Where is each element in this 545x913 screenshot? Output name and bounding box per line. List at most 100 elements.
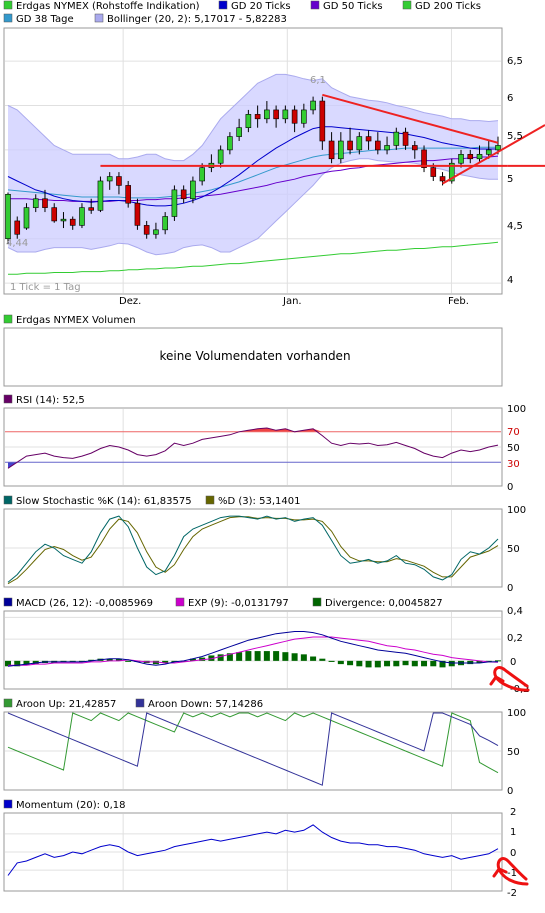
candle-up	[162, 216, 168, 231]
legend-swatch-stoch-d	[205, 495, 215, 505]
momentum-y-tick: -2	[507, 888, 517, 899]
candle-up	[236, 127, 242, 137]
stoch-y-tick: 50	[507, 544, 520, 555]
macd-y-tick: 0,2	[507, 633, 523, 644]
candle-up	[199, 167, 205, 182]
candle-down	[319, 100, 326, 142]
candle-up	[106, 176, 113, 182]
candle-up	[338, 140, 344, 160]
candle-up	[393, 131, 400, 146]
legend-label-aroon-down: Aroon Down: 57,14286	[148, 699, 263, 710]
legend-label-exp: EXP (9): -0,0131797	[188, 598, 289, 609]
chart-canvas: Erdgas NYMEX (Rohstoffe Indikation) GD 2…	[3, 0, 545, 899]
momentum-y-axis: 2 1 0 -1 -2	[507, 807, 517, 899]
price-x-axis: Dez. Jan. Feb.	[119, 296, 469, 307]
legend-label-macd: MACD (26, 12): -0,0085969	[16, 598, 153, 609]
legend-swatch-aroon-up	[3, 698, 13, 708]
legend-swatch-stoch-k	[3, 495, 13, 505]
divergence-bar	[273, 651, 280, 661]
candle-up	[495, 145, 501, 151]
candle-up	[153, 229, 159, 235]
price-y-tick: 6,5	[507, 56, 523, 67]
legend-swatch-exp	[175, 597, 185, 607]
divergence-bar	[236, 652, 243, 661]
momentum-y-tick: 2	[510, 807, 516, 818]
divergence-bar	[254, 651, 261, 661]
candle-down	[439, 176, 446, 182]
divergence-bar	[300, 654, 307, 661]
stoch-y-tick: 100	[507, 505, 526, 516]
macd-panel-frame	[3, 610, 503, 690]
price-y-tick: 4,5	[507, 221, 523, 232]
macd-y-axis: 0,4 0,2 0 -0,2	[507, 606, 530, 695]
legend-swatch-gd38	[3, 13, 13, 23]
x-tick-label: Dez.	[119, 296, 141, 307]
legend-label-stoch-d: %D (3): 53,1401	[218, 496, 300, 507]
candle-up	[264, 109, 270, 120]
aroon-y-tick: 100	[507, 708, 526, 719]
divergence-bar	[291, 653, 298, 661]
rsi-y-axis: 100 70 50 30 0	[507, 404, 526, 493]
candle-down	[328, 140, 335, 160]
divergence-bar	[337, 660, 344, 665]
divergence-bar	[282, 652, 289, 661]
legend-swatch-price	[3, 0, 13, 10]
divergence-bar	[467, 660, 474, 665]
candle-down	[254, 114, 261, 120]
candle-up	[32, 198, 39, 208]
divergence-bar	[263, 651, 270, 661]
candle-down	[14, 220, 21, 235]
aroon-y-tick: 0	[507, 786, 513, 797]
legend-swatch-divergence	[312, 597, 322, 607]
divergence-bar	[402, 660, 409, 666]
divergence-bar	[411, 660, 418, 667]
divergence-bar	[328, 660, 335, 662]
candle-up	[227, 136, 233, 151]
legend-label-price: Erdgas NYMEX (Rohstoffe Indikation)	[16, 1, 200, 12]
legend-label-rsi: RSI (14): 52,5	[16, 395, 85, 406]
candle-down	[42, 198, 48, 208]
legend-swatch-momentum	[3, 799, 13, 809]
candle-down	[88, 207, 95, 211]
legend-swatch-rsi	[3, 394, 13, 404]
candle-up	[79, 207, 85, 226]
divergence-bar	[245, 651, 252, 661]
candle-down	[273, 109, 279, 120]
legend-swatch-gd50	[310, 0, 320, 10]
candle-down	[69, 218, 76, 226]
candle-up	[5, 194, 11, 240]
divergence-bar	[448, 660, 455, 667]
aroon-y-axis: 100 50 0	[507, 708, 526, 797]
rsi-y-tick: 50	[507, 443, 520, 454]
macd-y-tick: 0	[510, 657, 516, 668]
candle-down	[375, 140, 381, 151]
legend-label-volume: Erdgas NYMEX Volumen	[16, 315, 136, 326]
legend-label-gd38: GD 38 Tage	[16, 14, 74, 25]
legend-label-gd20: GD 20 Ticks	[231, 1, 291, 12]
divergence-bar	[356, 660, 363, 667]
candle-down	[143, 225, 150, 235]
candle-up	[301, 109, 307, 124]
candle-up	[245, 114, 252, 128]
stoch-y-axis: 100 50 0	[507, 505, 526, 594]
divergence-bar	[365, 660, 372, 668]
candle-up	[217, 149, 224, 164]
price-y-axis: 6,5 6 5,5 5 4,5 4	[507, 56, 523, 286]
x-tick-label: Jan.	[282, 296, 302, 307]
divergence-bar	[319, 658, 326, 661]
candle-up	[171, 189, 178, 217]
divergence-bar	[374, 660, 381, 668]
divergence-bar	[217, 654, 224, 661]
candle-up	[23, 207, 30, 229]
price-y-tick: 4	[507, 275, 513, 286]
candle-up	[97, 180, 104, 211]
divergence-bar	[310, 656, 317, 661]
candle-up	[356, 136, 363, 151]
divergence-bar	[347, 660, 354, 666]
price-y-tick: 5,5	[507, 131, 523, 142]
price-y-tick: 6	[507, 93, 513, 104]
stoch-y-tick: 0	[507, 583, 513, 594]
tick-note: 1 Tick = 1 Tag	[10, 282, 81, 293]
rsi-y-tick: 0	[507, 482, 513, 493]
no-volume-message: keine Volumendaten vorhanden	[159, 349, 350, 363]
